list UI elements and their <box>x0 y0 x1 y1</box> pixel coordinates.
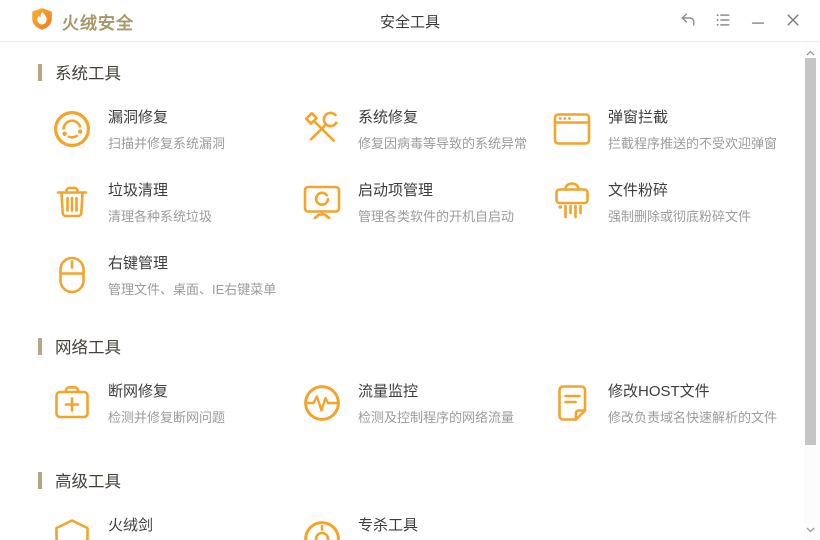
back-icon <box>679 11 697 32</box>
scrollbar-thumb[interactable] <box>805 58 816 445</box>
traffic-monitor-icon <box>300 381 344 425</box>
tool-text: 垃圾清理清理各种系统垃圾 <box>108 180 212 225</box>
tool-item[interactable]: 垃圾清理清理各种系统垃圾 <box>50 180 300 226</box>
popup-block-icon <box>550 107 594 151</box>
tool-item[interactable]: 漏洞修复扫描并修复系统漏洞 <box>50 107 300 153</box>
tool-text: 弹窗拦截拦截程序推送的不受欢迎弹窗 <box>608 107 777 152</box>
section-label: 高级工具 <box>55 473 121 491</box>
tool-text: 修改HOST文件修改负责域名快速解析的文件 <box>608 381 777 426</box>
tool-desc: 拦截程序推送的不受欢迎弹窗 <box>608 136 778 151</box>
app-name: 火绒安全 <box>62 13 134 33</box>
tool-desc: 检测并修复断网问题 <box>108 410 226 425</box>
tool-title: 修改HOST文件 <box>608 383 710 400</box>
sword-shield-icon <box>50 515 94 540</box>
tool-text: 文件粉碎强制删除或彻底粉碎文件 <box>608 180 751 225</box>
tools-content: 系统工具漏洞修复扫描并修复系统漏洞 系统修复修复因病毒等导致的系统异常 弹窗拦截拦截… <box>0 43 807 540</box>
close-icon <box>784 11 802 32</box>
tool-item[interactable]: 修改HOST文件修改负责域名快速解析的文件 <box>550 381 807 427</box>
tool-text: 流量监控检测及控制程序的网络流量 <box>358 381 514 426</box>
tool-text: 系统修复修复因病毒等导致的系统异常 <box>358 107 527 152</box>
tool-item[interactable]: 右键管理管理文件、桌面、IE右键菜单 <box>50 253 300 299</box>
section-label: 系统工具 <box>55 65 121 83</box>
tool-item[interactable]: 火绒剑 <box>50 515 300 540</box>
section-header: 系统工具 <box>38 61 807 83</box>
system-repair-icon <box>300 107 344 151</box>
tool-grid: 火绒剑 专杀工具 <box>50 515 807 540</box>
vulnerability-fix-icon <box>50 107 94 151</box>
tool-desc: 修改负责域名快速解析的文件 <box>608 410 778 425</box>
close-button[interactable] <box>780 8 806 34</box>
mouse-icon <box>50 253 94 297</box>
junk-clean-icon <box>50 180 94 224</box>
tool-text: 右键管理管理文件、桌面、IE右键菜单 <box>108 253 276 298</box>
app-window: 火绒安全 安全工具 系统工具漏洞修复扫描并修复系统漏洞 系统修复修复因病毒等导致的… <box>0 0 820 540</box>
tool-title: 文件粉碎 <box>608 182 669 199</box>
section-accent-bar <box>38 63 42 81</box>
tool-grid: 漏洞修复扫描并修复系统漏洞 系统修复修复因病毒等导致的系统异常 弹窗拦截拦截程序推送… <box>50 107 807 299</box>
app-brand: 火绒安全 <box>30 0 134 42</box>
section-label: 网络工具 <box>55 339 121 357</box>
tool-item[interactable]: 文件粉碎强制删除或彻底粉碎文件 <box>550 180 807 226</box>
tool-title: 漏洞修复 <box>108 109 169 126</box>
tool-item[interactable]: 启动项管理管理各类软件的开机自启动 <box>300 180 550 226</box>
host-file-icon <box>550 381 594 425</box>
menu-button[interactable] <box>710 8 736 34</box>
startup-manager-icon <box>300 180 344 224</box>
section-header: 网络工具 <box>38 335 807 357</box>
minimize-icon <box>749 11 767 32</box>
back-button[interactable] <box>675 8 701 34</box>
tool-text: 漏洞修复扫描并修复系统漏洞 <box>108 107 225 152</box>
minimize-button[interactable] <box>745 8 771 34</box>
tool-item[interactable]: 系统修复修复因病毒等导致的系统异常 <box>300 107 550 153</box>
window-controls <box>675 0 806 42</box>
tool-desc: 清理各种系统垃圾 <box>108 209 213 224</box>
page-title: 安全工具 <box>379 13 441 31</box>
tool-item[interactable]: 专杀工具 <box>300 515 550 540</box>
network-repair-icon <box>50 381 94 425</box>
tool-title: 弹窗拦截 <box>608 109 669 126</box>
tool-item[interactable]: 断网修复检测并修复断网问题 <box>50 381 300 427</box>
tool-item[interactable]: 弹窗拦截拦截程序推送的不受欢迎弹窗 <box>550 107 807 153</box>
tool-desc: 检测及控制程序的网络流量 <box>358 410 515 425</box>
scroll-down-arrow[interactable] <box>804 523 817 536</box>
tool-title: 右键管理 <box>108 255 169 272</box>
tool-title: 启动项管理 <box>358 182 434 199</box>
tool-desc: 扫描并修复系统漏洞 <box>108 136 226 151</box>
section-header: 高级工具 <box>38 469 807 491</box>
app-logo-icon <box>30 7 54 36</box>
tool-grid: 断网修复检测并修复断网问题 流量监控检测及控制程序的网络流量 修改HOST文件修改负… <box>50 381 807 427</box>
tool-text: 专杀工具 <box>358 515 418 540</box>
tool-text: 断网修复检测并修复断网问题 <box>108 381 225 426</box>
tool-title: 垃圾清理 <box>108 182 169 199</box>
tool-title: 流量监控 <box>358 383 419 400</box>
tool-desc: 修复因病毒等导致的系统异常 <box>358 136 528 151</box>
tool-title: 火绒剑 <box>108 517 154 534</box>
tool-text: 火绒剑 <box>108 515 153 540</box>
title-bar: 火绒安全 安全工具 <box>0 0 820 42</box>
tool-desc: 管理各类软件的开机自启动 <box>358 209 515 224</box>
tool-item[interactable]: 流量监控检测及控制程序的网络流量 <box>300 381 550 427</box>
tool-title: 专杀工具 <box>358 517 419 534</box>
tool-title: 系统修复 <box>358 109 419 126</box>
tool-desc: 管理文件、桌面、IE右键菜单 <box>108 282 277 297</box>
tool-desc: 强制删除或彻底粉碎文件 <box>608 209 752 224</box>
special-tool-icon <box>300 515 344 540</box>
tool-title: 断网修复 <box>108 383 169 400</box>
scrollbar[interactable] <box>804 42 817 540</box>
section-accent-bar <box>38 471 42 489</box>
tool-text: 启动项管理管理各类软件的开机自启动 <box>358 180 514 225</box>
file-shredder-icon <box>550 180 594 224</box>
section-accent-bar <box>38 337 42 355</box>
menu-icon <box>714 11 732 32</box>
